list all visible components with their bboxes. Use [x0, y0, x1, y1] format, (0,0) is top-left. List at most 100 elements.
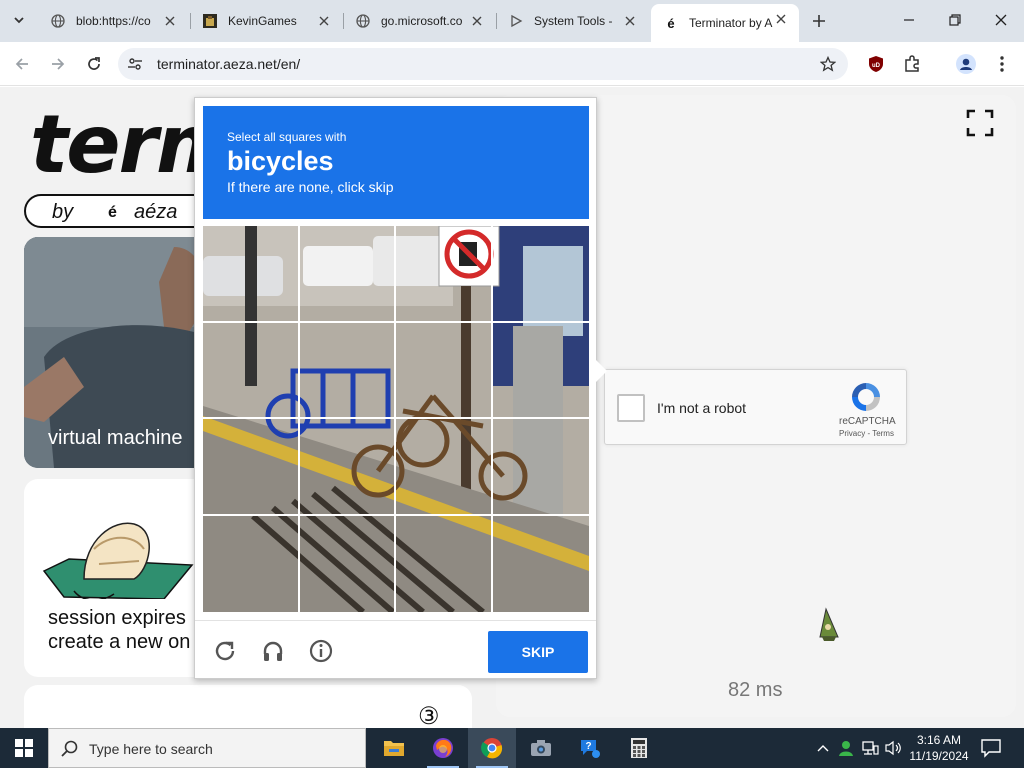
- address-bar[interactable]: terminator.aeza.net/en/: [118, 48, 848, 80]
- challenge-tile[interactable]: [203, 419, 300, 516]
- kebab-menu-icon: [1000, 56, 1004, 72]
- audio-challenge-button[interactable]: [259, 637, 287, 665]
- bookmark-star-icon[interactable]: [818, 54, 838, 74]
- chevron-down-icon: [14, 17, 24, 24]
- challenge-tile[interactable]: [396, 226, 493, 323]
- challenge-tile[interactable]: [396, 515, 493, 612]
- search-placeholder: Type here to search: [89, 741, 213, 757]
- notification-center-icon[interactable]: [980, 738, 1002, 758]
- show-hidden-icons-button[interactable]: [813, 738, 833, 758]
- kevingames-favicon: [202, 13, 218, 29]
- challenge-tile[interactable]: [492, 419, 589, 516]
- close-tab-icon[interactable]: [316, 13, 332, 29]
- network-tray-button[interactable]: [860, 738, 880, 758]
- session-card-line1: session expires: [48, 607, 186, 629]
- ublock-shield-icon: uD: [869, 56, 883, 72]
- challenge-tile[interactable]: [492, 226, 589, 323]
- new-tab-button[interactable]: [808, 10, 830, 32]
- tray-app-icon[interactable]: [836, 738, 856, 758]
- file-explorer-taskbar-button[interactable]: [370, 728, 418, 768]
- challenge-tile[interactable]: [492, 323, 589, 419]
- start-button[interactable]: [0, 728, 48, 768]
- close-tab-icon[interactable]: [162, 13, 178, 29]
- tab-microsoft[interactable]: go.microsoft.co: [343, 6, 495, 36]
- skip-button[interactable]: SKIP: [488, 631, 588, 673]
- page-content: term by é aéza virtual machine session e…: [0, 87, 1024, 728]
- tab-search-button[interactable]: [8, 9, 30, 31]
- reload-button[interactable]: [80, 50, 108, 78]
- avatar-icon: [956, 54, 976, 74]
- info-icon: [309, 639, 333, 663]
- step-badge: ③: [418, 703, 440, 728]
- back-button[interactable]: [8, 50, 36, 78]
- challenge-skip-hint: If there are none, click skip: [227, 179, 394, 195]
- challenge-tile[interactable]: [299, 322, 396, 419]
- windows-logo-icon: [15, 739, 33, 757]
- tab-strip: blob:https://co KevinGames go.microsoft.…: [0, 0, 1024, 42]
- tab-blob[interactable]: blob:https://co: [38, 6, 188, 36]
- challenge-info-button[interactable]: [307, 637, 335, 665]
- forward-button[interactable]: [44, 50, 72, 78]
- challenge-instruction: Select all squares with: [227, 130, 347, 144]
- close-icon: [995, 14, 1007, 26]
- camera-icon: [531, 740, 551, 756]
- ublock-extension-button[interactable]: uD: [862, 50, 890, 78]
- profile-button[interactable]: [952, 50, 980, 78]
- screen: blob:https://co KevinGames go.microsoft.…: [0, 0, 1024, 768]
- close-tab-icon[interactable]: [469, 13, 485, 29]
- chrome-taskbar-button[interactable]: [468, 728, 516, 768]
- challenge-tile[interactable]: [396, 322, 493, 419]
- firefox-icon: [433, 738, 453, 758]
- challenge-tile[interactable]: [203, 515, 300, 612]
- close-tab-icon[interactable]: [622, 13, 638, 29]
- close-tab-icon[interactable]: [773, 11, 789, 27]
- challenge-tile[interactable]: [299, 226, 396, 323]
- browser-toolbar: terminator.aeza.net/en/ uD: [0, 42, 1024, 86]
- restore-button[interactable]: [932, 0, 978, 40]
- clock-time: 3:16 AM: [916, 733, 962, 747]
- recaptcha-checkbox[interactable]: [617, 394, 645, 422]
- chevron-up-icon: [817, 745, 829, 752]
- challenge-tile[interactable]: [493, 516, 590, 613]
- challenge-tile[interactable]: [299, 419, 396, 516]
- chrome-icon: [481, 738, 503, 759]
- camera-taskbar-button[interactable]: [517, 728, 565, 768]
- challenge-tile[interactable]: [203, 226, 300, 323]
- close-window-button[interactable]: [978, 0, 1024, 40]
- tab-terminator[interactable]: é Terminator by A: [651, 4, 799, 42]
- recaptcha-logo-icon: [852, 383, 880, 411]
- plus-icon: [813, 15, 825, 27]
- session-card-line2: create a new on: [48, 631, 191, 653]
- byline-brand: aéza: [134, 201, 178, 223]
- file-explorer-icon: [384, 741, 404, 756]
- fullscreen-icon[interactable]: [966, 109, 994, 137]
- clock-date: 11/19/2024: [909, 749, 969, 763]
- user-tray-icon: [839, 741, 853, 756]
- taskbar-clock[interactable]: 3:16 AM 11/19/2024: [904, 732, 974, 764]
- network-icon: [862, 741, 879, 755]
- challenge-header: Select all squares with bicycles If ther…: [203, 106, 589, 219]
- challenge-tile-grid: [203, 226, 589, 612]
- tab-kevingames[interactable]: KevinGames: [190, 6, 342, 36]
- help-icon: ?: [581, 740, 600, 758]
- tab-system-tools[interactable]: System Tools -: [496, 6, 648, 36]
- get-help-taskbar-button[interactable]: ?: [566, 728, 614, 768]
- challenge-tile[interactable]: [396, 419, 493, 516]
- globe-icon: [355, 13, 371, 29]
- challenge-tile[interactable]: [203, 322, 300, 419]
- extensions-button[interactable]: [898, 50, 926, 78]
- aeza-favicon: é: [667, 15, 675, 31]
- reload-challenge-button[interactable]: [211, 637, 239, 665]
- taskbar-search-box[interactable]: Type here to search: [48, 728, 366, 768]
- browser-menu-button[interactable]: [988, 50, 1016, 78]
- arrow-left-icon: [15, 58, 28, 70]
- challenge-tile[interactable]: [300, 515, 396, 612]
- calculator-taskbar-button[interactable]: [615, 728, 663, 768]
- site-settings-icon[interactable]: [126, 55, 144, 73]
- recaptcha-privacy-terms[interactable]: Privacy - Terms: [839, 429, 894, 438]
- windows-taskbar: Type here to search ? 3:16 AM 11/19/2024: [0, 728, 1024, 768]
- minimize-button[interactable]: [886, 0, 932, 40]
- speaker-icon: [885, 740, 901, 756]
- volume-tray-button[interactable]: [883, 738, 903, 758]
- firefox-taskbar-button[interactable]: [419, 728, 467, 768]
